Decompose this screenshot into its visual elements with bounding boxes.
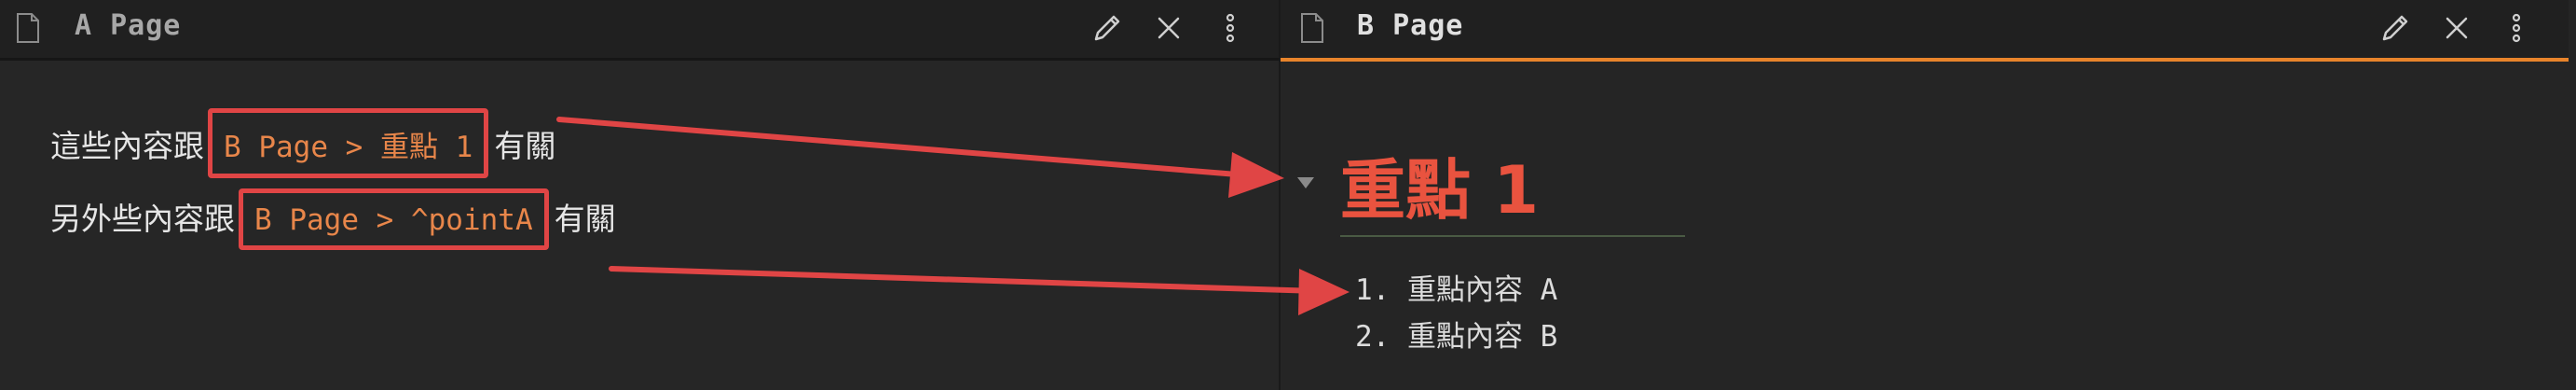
page-title[interactable]: A Page — [75, 9, 181, 42]
right-pane: B Page 重點 1 1. 重點內容 A 2. 重點內容 B — [1281, 0, 2576, 390]
block-link-anchor[interactable]: B Page > ^pointA — [239, 188, 549, 250]
list-item: 2. 重點內容 B — [1355, 320, 1558, 354]
content-line-1: 這些內容跟 B Page > 重點 1 有關 — [50, 108, 555, 178]
close-button[interactable] — [1150, 9, 1187, 47]
content-line-2: 另外些內容跟 B Page > ^pointA 有關 — [50, 188, 616, 250]
list-item: 1. 重點內容 A — [1355, 273, 1558, 307]
page-title[interactable]: B Page — [1357, 9, 1463, 42]
edit-button[interactable] — [2377, 9, 2414, 47]
block-link-heading[interactable]: B Page > 重點 1 — [208, 108, 489, 178]
pencil-icon — [1094, 15, 1120, 41]
right-pane-header: B Page — [1281, 0, 2569, 62]
file-icon — [17, 13, 39, 43]
close-icon — [1158, 17, 1180, 39]
left-pane-header: A Page — [0, 0, 1279, 61]
close-button[interactable] — [2438, 9, 2475, 47]
edit-button[interactable] — [1089, 9, 1126, 47]
more-vertical-icon — [1226, 13, 1235, 43]
line-text: 有關 — [494, 128, 556, 164]
more-options-button[interactable] — [2498, 9, 2535, 47]
close-icon — [2446, 17, 2468, 39]
line-text: 另外些內容跟 — [50, 201, 235, 237]
line-text: 有關 — [554, 201, 616, 237]
pencil-icon — [2382, 15, 2408, 41]
heading-underline — [1340, 235, 1685, 237]
line-text: 這些內容跟 — [50, 128, 204, 164]
caret-down-icon[interactable] — [1297, 177, 1314, 188]
ordered-list: 1. 重點內容 A 2. 重點內容 B — [1355, 267, 1557, 360]
more-options-button[interactable] — [1212, 9, 1249, 47]
left-pane: A Page 這些內容跟 B Page > 重點 1 有關 另外些內容跟 B P… — [0, 0, 1279, 390]
header-edge — [2569, 0, 2576, 62]
more-vertical-icon — [2512, 13, 2521, 43]
split-editor: A Page 這些內容跟 B Page > 重點 1 有關 另外些內容跟 B P… — [0, 0, 2576, 390]
heading-1: 重點 1 — [1340, 152, 1540, 229]
file-icon — [1301, 13, 1323, 43]
